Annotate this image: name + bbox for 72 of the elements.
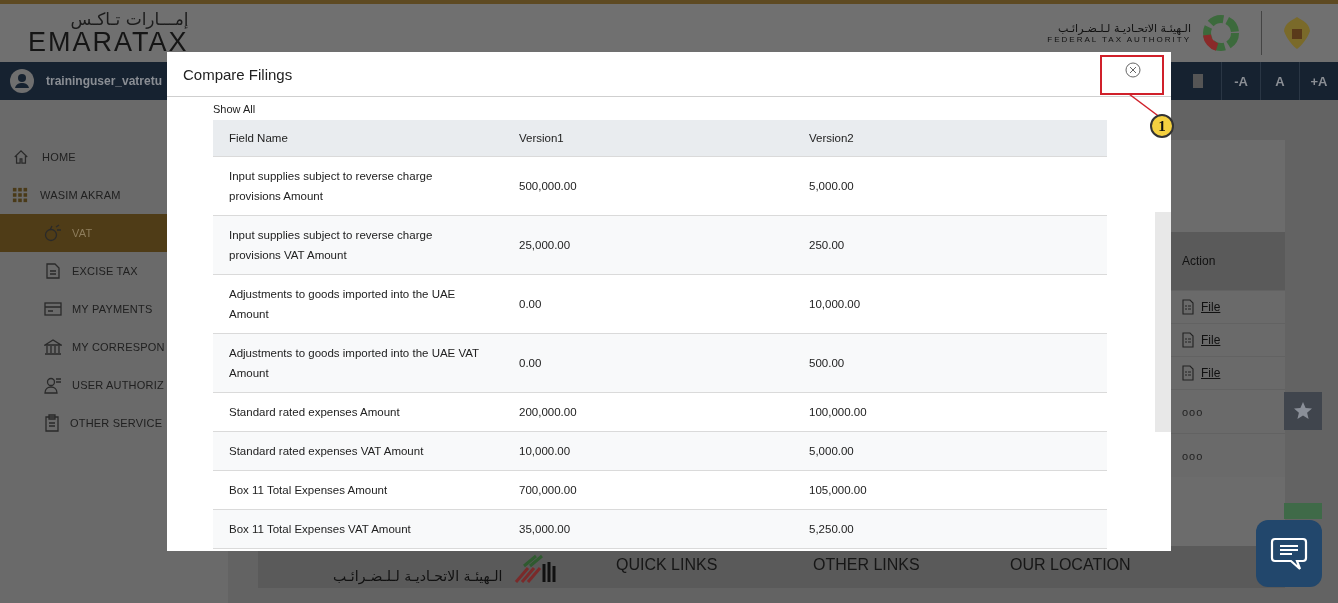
column-header: Version2 bbox=[808, 131, 855, 146]
table-cell-text: Adjustments to goods imported into the UAE VAT Amount bbox=[228, 346, 480, 381]
card-icon bbox=[44, 302, 62, 316]
table-cell-text: 700,000.00 bbox=[518, 483, 578, 498]
document-icon bbox=[1182, 332, 1194, 348]
emblem-icon bbox=[1282, 15, 1312, 51]
table-cell-text: 35,000.00 bbox=[518, 522, 572, 537]
sidebar-item[interactable]: USER AUTHORIZ bbox=[0, 366, 228, 404]
close-button[interactable] bbox=[1125, 62, 1141, 78]
sidebar-item[interactable]: OTHER SERVICE bbox=[0, 404, 228, 442]
logo-wordmark: EMARATAX bbox=[28, 28, 189, 56]
table-cell-text: Input supplies subject to reverse charge provisions VAT Amount bbox=[228, 228, 434, 263]
grid-icon bbox=[12, 187, 28, 203]
square-icon bbox=[1193, 74, 1203, 88]
authority-arabic-name: الـهيئـة الاتحـاديـة لـلـضـرائـب bbox=[333, 568, 503, 584]
logo-arabic-text: إمـــارات تـاكـس bbox=[70, 10, 189, 28]
table-cell-text: Box 11 Total Expenses Amount bbox=[228, 483, 389, 498]
username-text: traininguser_vatretu bbox=[46, 74, 163, 88]
table-cell-text: Adjustments to goods imported into the UAE Amount bbox=[228, 287, 457, 322]
table-cell-text: 250.00 bbox=[808, 238, 846, 253]
column-header: Field Name bbox=[228, 131, 289, 146]
table-cell-text: Standard rated expenses Amount bbox=[228, 405, 401, 420]
file-link[interactable]: File bbox=[1201, 333, 1221, 347]
money-bag-icon bbox=[44, 224, 62, 242]
table-cell-text: 10,000.00 bbox=[518, 444, 572, 459]
table-cell-text: 5,000.00 bbox=[808, 179, 855, 194]
column-header: Version1 bbox=[518, 131, 565, 146]
sidebar-item[interactable]: MY CORRESPON bbox=[0, 328, 228, 366]
file-link[interactable]: File bbox=[1201, 300, 1221, 314]
footer-heading: OTHER LINKS bbox=[813, 555, 921, 574]
bank-icon bbox=[44, 338, 62, 356]
stripes-logo-icon bbox=[514, 554, 559, 584]
table-cell-text: Box 11 Total Expenses VAT Amount bbox=[228, 522, 412, 537]
clipboard-icon bbox=[44, 414, 60, 432]
table-cell-text: 5,000.00 bbox=[808, 444, 855, 459]
sidebar-item[interactable]: HOME bbox=[0, 138, 228, 176]
dialog-title: Compare Filings bbox=[183, 65, 293, 83]
authority-arabic-name: الـهيئـة الاتحـاديـة لـلـضـرائـب bbox=[1058, 22, 1191, 35]
table-cell-text: 200,000.00 bbox=[518, 405, 578, 420]
favorite-button[interactable] bbox=[1284, 392, 1322, 430]
table-cell-text: 500,000.00 bbox=[518, 179, 578, 194]
more-options-button[interactable]: ooo bbox=[1182, 405, 1204, 418]
ring-logo-icon bbox=[1201, 13, 1241, 53]
authority-english-name: FEDERAL TAX AUTHORITY bbox=[1047, 35, 1191, 44]
highlight-frame bbox=[1100, 55, 1164, 95]
document-icon bbox=[1182, 299, 1194, 315]
file-link[interactable]: File bbox=[1201, 366, 1221, 380]
document-icon bbox=[44, 262, 62, 280]
table-cell-text: 10,000.00 bbox=[808, 297, 862, 312]
avatar-icon bbox=[10, 69, 34, 93]
table-cell-text: 0.00 bbox=[518, 356, 543, 371]
chat-button[interactable] bbox=[1256, 520, 1322, 587]
sidebar-item[interactable]: MY PAYMENTS bbox=[0, 290, 228, 328]
document-icon bbox=[1182, 365, 1194, 381]
table-cell-text: 25,000.00 bbox=[518, 238, 572, 253]
more-options-button[interactable]: ooo bbox=[1182, 449, 1204, 462]
star-icon bbox=[1293, 401, 1313, 421]
user-icon bbox=[44, 376, 62, 394]
table-header-cell: Action bbox=[1170, 232, 1285, 290]
table-cell-text: 0.00 bbox=[518, 297, 543, 312]
house-icon bbox=[12, 149, 30, 165]
table-cell-text: 105,000.00 bbox=[808, 483, 868, 498]
table-cell-text: 5,250.00 bbox=[808, 522, 855, 537]
show-all-link[interactable]: Show All bbox=[213, 103, 1107, 115]
table-cell-text: 500.00 bbox=[808, 356, 846, 371]
table-cell-text: Input supplies subject to reverse charge provisions Amount bbox=[228, 169, 434, 204]
footer-heading: OUR LOCATION bbox=[1010, 555, 1132, 574]
sidebar-item[interactable]: EXCISE TAX bbox=[0, 252, 228, 290]
table-cell-text: Standard rated expenses VAT Amount bbox=[228, 444, 425, 459]
footer-heading: QUICK LINKS bbox=[616, 555, 719, 574]
table-cell-text: 100,000.00 bbox=[808, 405, 868, 420]
sidebar-item[interactable]: WASIM AKRAM bbox=[0, 176, 228, 214]
